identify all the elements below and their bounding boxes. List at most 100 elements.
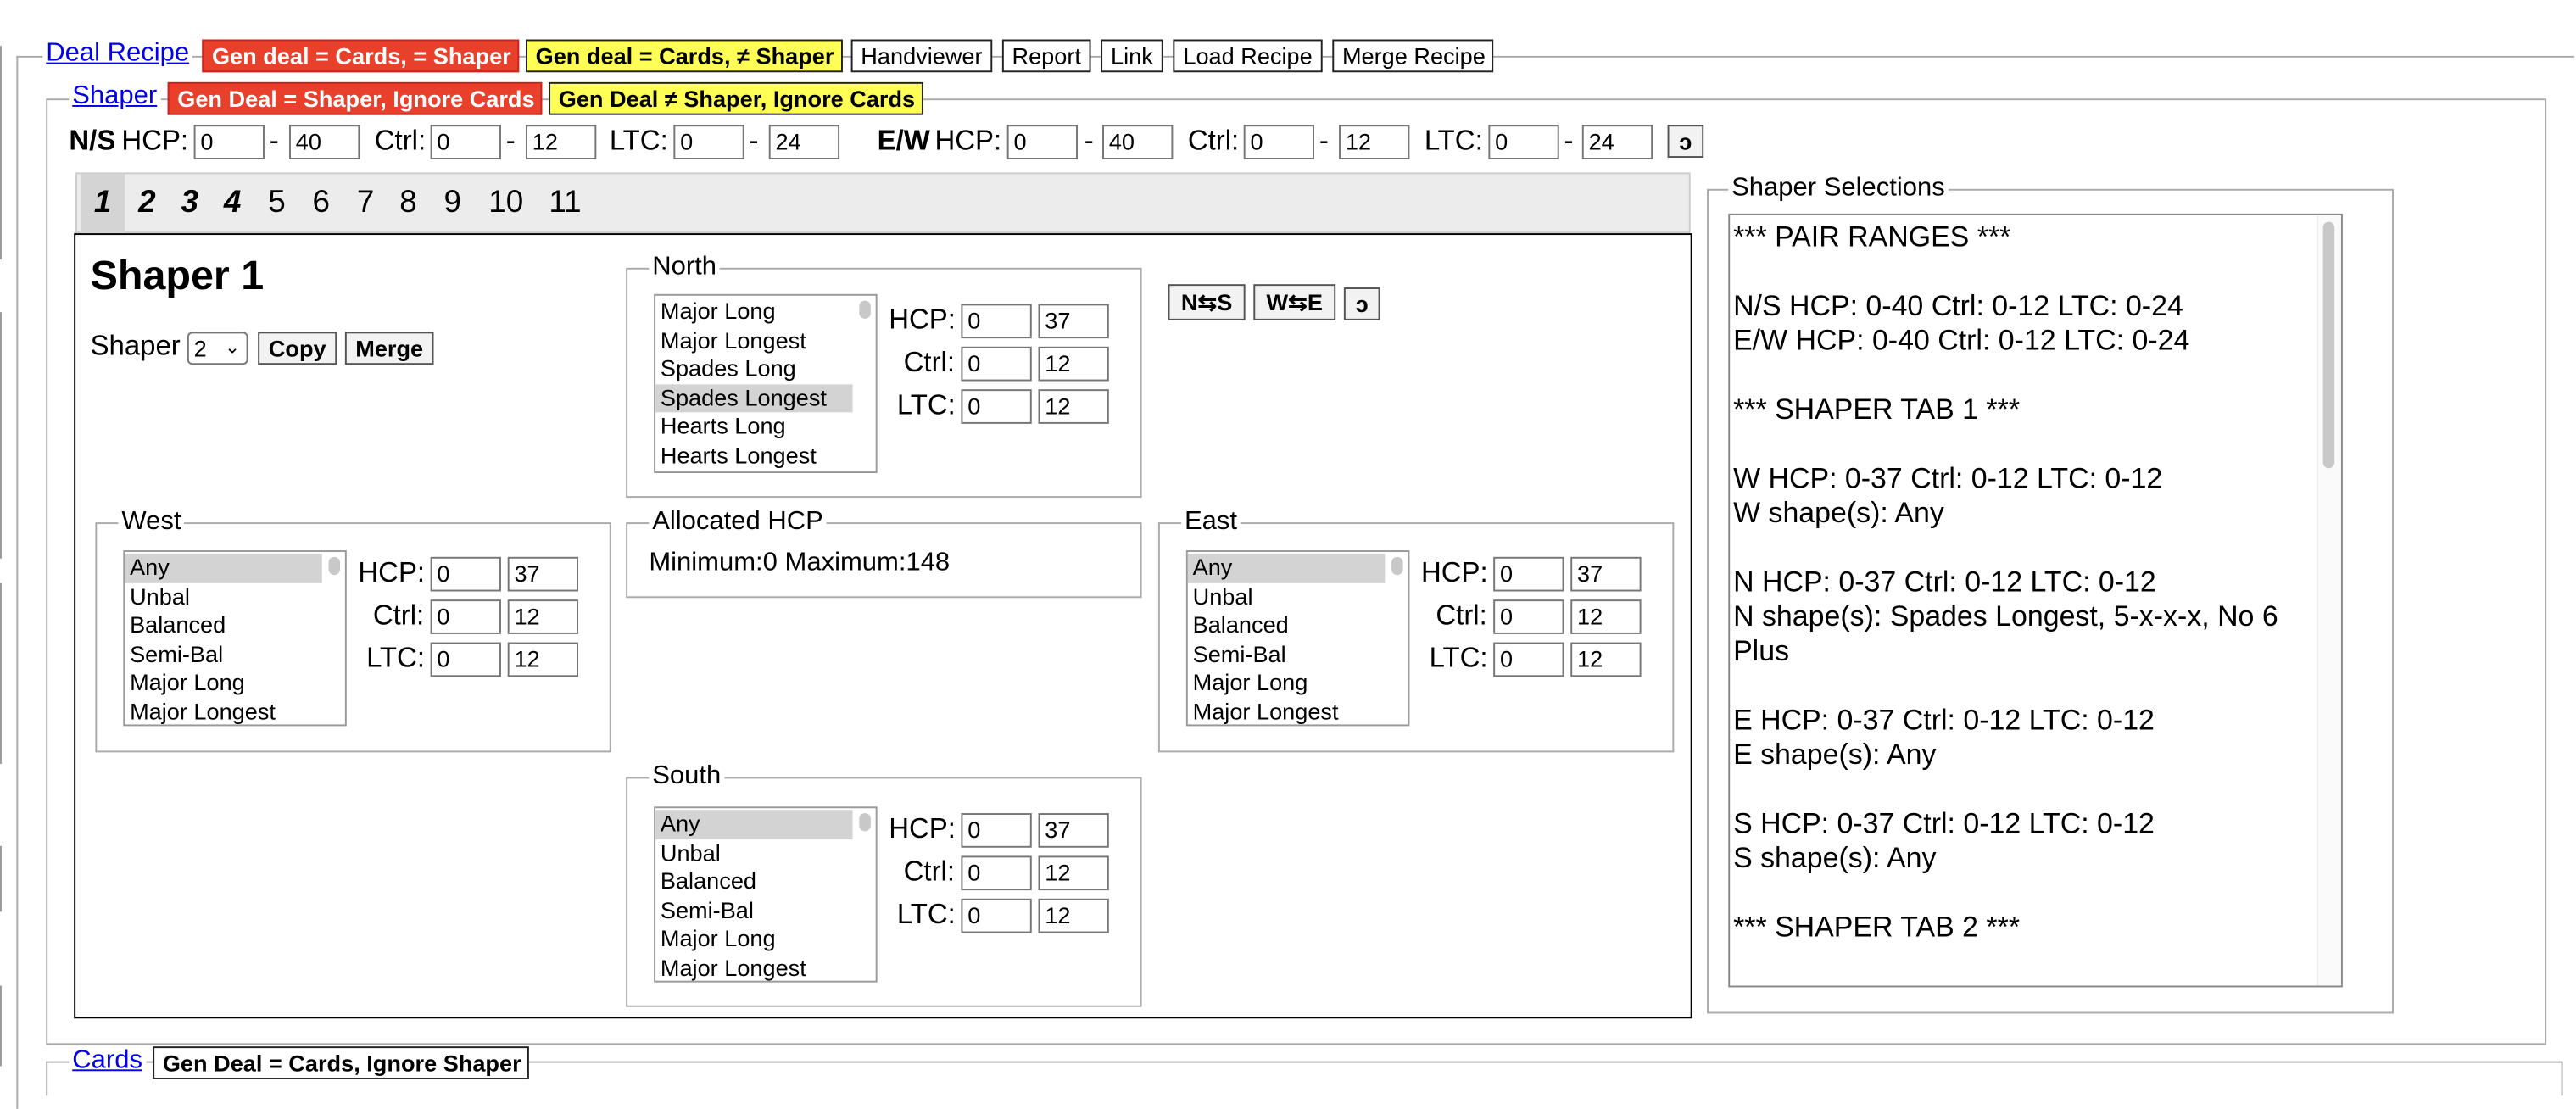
list-option[interactable]: Hearts Long bbox=[655, 412, 853, 441]
east-ctrl-min-input[interactable]: 0 bbox=[1493, 599, 1564, 634]
scrollbar-thumb[interactable] bbox=[2322, 221, 2335, 469]
ew-hcp-max-input[interactable]: 40 bbox=[1102, 125, 1174, 159]
cards-link[interactable]: Cards bbox=[72, 1046, 142, 1074]
east-hcp-max-input[interactable]: 37 bbox=[1570, 556, 1642, 592]
east-shape-listbox[interactable]: Any Unbal Balanced Semi-Bal Major Long M… bbox=[1185, 550, 1410, 727]
list-option[interactable]: Balanced bbox=[125, 611, 322, 640]
swap-ns-button[interactable]: N⇆S bbox=[1168, 284, 1246, 320]
south-ctrl-min-input[interactable]: 0 bbox=[961, 855, 1032, 891]
report-button[interactable]: Report bbox=[1001, 39, 1091, 73]
list-option[interactable]: Semi-Bal bbox=[125, 640, 322, 669]
tab-7[interactable]: 7 bbox=[345, 174, 386, 233]
list-option[interactable]: Semi-Bal bbox=[655, 896, 853, 925]
copy-button[interactable]: Copy bbox=[258, 332, 337, 365]
west-hcp-max-input[interactable]: 37 bbox=[507, 556, 578, 592]
ns-ltc-min-input[interactable]: 0 bbox=[673, 125, 744, 159]
ew-ctrl-min-input[interactable]: 0 bbox=[1243, 125, 1314, 159]
west-shape-listbox[interactable]: Any Unbal Balanced Semi-Bal Major Long M… bbox=[123, 550, 347, 727]
list-option[interactable]: Major Long bbox=[1188, 669, 1386, 698]
list-option[interactable]: Major Long bbox=[125, 669, 322, 698]
list-option[interactable]: Unbal bbox=[655, 839, 853, 867]
south-shape-listbox[interactable]: Any Unbal Balanced Semi-Bal Major Long M… bbox=[654, 806, 878, 983]
shaper-select[interactable]: 2 ⌄ bbox=[187, 332, 248, 365]
north-hcp-min-input[interactable]: 0 bbox=[961, 304, 1032, 339]
west-ctrl-min-input[interactable]: 0 bbox=[430, 599, 501, 634]
tab-10[interactable]: 10 bbox=[482, 174, 531, 233]
list-option[interactable]: Major Longest bbox=[655, 954, 853, 981]
west-ltc-min-input[interactable]: 0 bbox=[430, 642, 501, 677]
ew-ctrl-max-input[interactable]: 12 bbox=[1339, 125, 1410, 159]
merge-button[interactable]: Merge bbox=[344, 332, 434, 365]
north-ltc-min-input[interactable]: 0 bbox=[961, 389, 1032, 424]
ns-hcp-max-input[interactable]: 40 bbox=[289, 125, 360, 159]
handviewer-button[interactable]: Handviewer bbox=[850, 39, 993, 73]
tab-4[interactable]: 4 bbox=[212, 174, 253, 233]
ns-ctrl-max-input[interactable]: 12 bbox=[526, 125, 597, 159]
reset-ranges-button[interactable]: ↄ bbox=[1667, 125, 1704, 158]
north-ltc-max-input[interactable]: 12 bbox=[1038, 389, 1109, 424]
tab-9[interactable]: 9 bbox=[432, 174, 473, 233]
reset-hands-button[interactable]: ↄ bbox=[1343, 287, 1380, 320]
south-ctrl-max-input[interactable]: 12 bbox=[1038, 855, 1109, 891]
tab-3[interactable]: 3 bbox=[170, 174, 210, 233]
ns-ltc-max-input[interactable]: 24 bbox=[768, 125, 840, 159]
east-ctrl-max-input[interactable]: 12 bbox=[1570, 599, 1642, 634]
gen-deal-not-shaper-ignore-cards-button[interactable]: Gen Deal ≠ Shaper, Ignore Cards bbox=[549, 81, 923, 115]
gen-deal-cards-eq-shaper-button[interactable]: Gen deal = Cards, = Shaper bbox=[202, 39, 520, 73]
tab-5[interactable]: 5 bbox=[256, 174, 297, 233]
list-option[interactable]: Balanced bbox=[1188, 611, 1386, 640]
ns-hcp-min-input[interactable]: 0 bbox=[193, 125, 265, 159]
gen-deal-shaper-ignore-cards-button[interactable]: Gen Deal = Shaper, Ignore Cards bbox=[167, 81, 543, 115]
ew-ltc-max-input[interactable]: 24 bbox=[1581, 125, 1653, 159]
shaper-selections-textarea[interactable]: *** PAIR RANGES *** N/S HCP: 0-40 Ctrl: … bbox=[1728, 213, 2343, 988]
tab-1[interactable]: 1 bbox=[80, 174, 125, 234]
list-option[interactable]: Major Longest bbox=[1188, 697, 1386, 724]
east-ltc-min-input[interactable]: 0 bbox=[1493, 642, 1564, 677]
list-option-selected[interactable]: Any bbox=[1187, 553, 1386, 582]
list-option[interactable]: Balanced bbox=[655, 867, 853, 896]
swap-we-button[interactable]: W⇆E bbox=[1253, 284, 1336, 320]
south-ltc-min-input[interactable]: 0 bbox=[961, 898, 1032, 933]
list-option[interactable]: Major Long bbox=[655, 298, 853, 326]
east-ltc-max-input[interactable]: 12 bbox=[1570, 642, 1642, 677]
tab-11[interactable]: 11 bbox=[540, 174, 589, 233]
tab-8[interactable]: 8 bbox=[388, 174, 428, 233]
scrollbar-thumb[interactable] bbox=[859, 813, 871, 832]
shaper-link[interactable]: Shaper bbox=[72, 82, 157, 110]
east-hcp-min-input[interactable]: 0 bbox=[1493, 556, 1564, 592]
north-shape-listbox[interactable]: Major Long Major Longest Spades Long Spa… bbox=[654, 293, 878, 473]
list-option[interactable]: Major Long bbox=[655, 925, 853, 954]
ew-ltc-min-input[interactable]: 0 bbox=[1488, 125, 1559, 159]
tab-2[interactable]: 2 bbox=[126, 174, 167, 233]
list-option-selected[interactable]: Spades Longest bbox=[655, 383, 853, 413]
merge-recipe-button[interactable]: Merge Recipe bbox=[1332, 39, 1494, 73]
list-option[interactable]: Unbal bbox=[125, 582, 322, 611]
ew-hcp-min-input[interactable]: 0 bbox=[1006, 125, 1078, 159]
west-ctrl-max-input[interactable]: 12 bbox=[507, 599, 578, 634]
scrollbar-thumb[interactable] bbox=[328, 556, 341, 576]
list-option[interactable]: Major Longest bbox=[125, 697, 322, 724]
south-ltc-max-input[interactable]: 12 bbox=[1038, 898, 1109, 933]
load-recipe-button[interactable]: Load Recipe bbox=[1173, 39, 1323, 73]
north-ctrl-min-input[interactable]: 0 bbox=[961, 346, 1032, 382]
ns-ctrl-min-input[interactable]: 0 bbox=[430, 125, 501, 159]
scrollbar-thumb[interactable] bbox=[1391, 556, 1403, 576]
link-button[interactable]: Link bbox=[1101, 39, 1163, 73]
tab-6[interactable]: 6 bbox=[301, 174, 342, 233]
list-option-selected[interactable]: Any bbox=[125, 553, 322, 582]
south-hcp-min-input[interactable]: 0 bbox=[961, 813, 1032, 848]
west-ltc-max-input[interactable]: 12 bbox=[507, 642, 578, 677]
list-option[interactable]: Unbal bbox=[1188, 582, 1386, 611]
gen-deal-cards-ignore-shaper-button[interactable]: Gen Deal = Cards, Ignore Shaper bbox=[153, 1046, 529, 1079]
north-hcp-max-input[interactable]: 37 bbox=[1038, 304, 1109, 339]
south-hcp-max-input[interactable]: 37 bbox=[1038, 813, 1109, 848]
west-hcp-min-input[interactable]: 0 bbox=[430, 556, 501, 592]
deal-recipe-link[interactable]: Deal Recipe bbox=[46, 40, 189, 68]
list-option[interactable]: Major Longest bbox=[655, 326, 853, 355]
list-option[interactable]: Semi-Bal bbox=[1188, 640, 1386, 669]
scrollbar-thumb[interactable] bbox=[859, 300, 871, 319]
list-option-selected[interactable]: Any bbox=[655, 810, 853, 839]
list-option[interactable]: Spades Long bbox=[655, 355, 853, 384]
list-option[interactable]: Hearts Longest bbox=[655, 441, 853, 470]
gen-deal-cards-neq-shaper-button[interactable]: Gen deal = Cards, ≠ Shaper bbox=[526, 39, 843, 73]
